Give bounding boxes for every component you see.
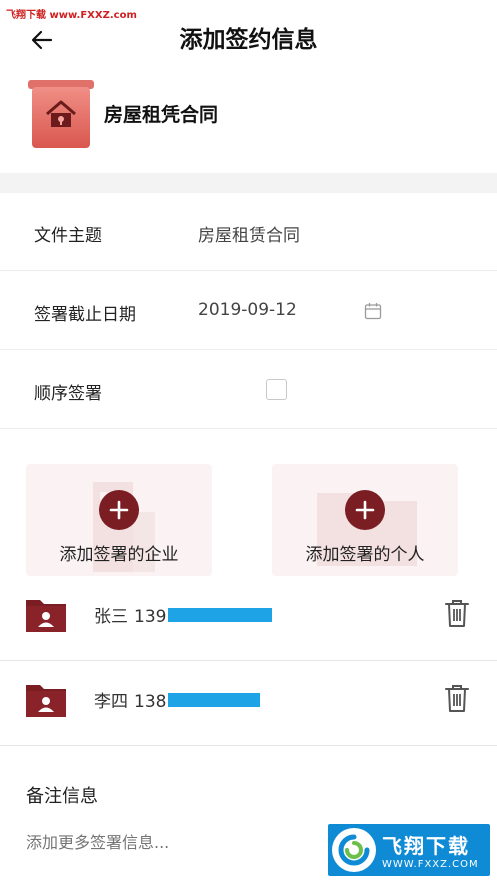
add-person-label: 添加签署的个人 <box>305 545 425 565</box>
trash-icon[interactable] <box>444 683 470 713</box>
signer-folder-icon <box>26 685 66 717</box>
add-person-button[interactable]: 添加签署的个人 <box>272 464 458 576</box>
signer-name: 李四 <box>94 692 128 712</box>
phone-redaction <box>168 608 273 622</box>
phone-redaction <box>168 693 261 707</box>
sequential-checkbox[interactable] <box>266 379 287 400</box>
trash-icon[interactable] <box>444 598 470 628</box>
signer-phone: 139 <box>134 607 167 627</box>
add-company-label: 添加签署的企业 <box>59 545 179 565</box>
section-divider <box>0 173 497 193</box>
signer-name: 张三 <box>94 607 128 627</box>
sequential-label: 顺序签署 <box>34 384 102 404</box>
signer-folder-icon <box>26 600 66 632</box>
plus-circle-icon <box>99 490 139 530</box>
signer-row: 张三 139 <box>0 576 497 660</box>
plus-circle-icon <box>345 490 385 530</box>
subject-label: 文件主题 <box>34 226 102 246</box>
document-header: 房屋租凭合同 <box>0 78 497 173</box>
divider <box>0 745 497 746</box>
subject-row[interactable]: 文件主题 房屋租赁合同 <box>0 193 497 271</box>
deadline-label: 签署截止日期 <box>34 305 136 325</box>
watermark-swirl-icon <box>332 828 376 872</box>
subject-value[interactable]: 房屋租赁合同 <box>198 221 300 246</box>
page-title: 添加签约信息 <box>179 27 318 53</box>
document-name: 房屋租凭合同 <box>104 104 219 126</box>
signer-phone: 138 <box>134 692 167 712</box>
deadline-row[interactable]: 签署截止日期 2019-09-12 <box>0 272 497 350</box>
remarks-title: 备注信息 <box>26 786 98 807</box>
contract-house-icon <box>28 80 94 150</box>
sequential-row: 顺序签署 <box>0 351 497 429</box>
app-header: 添加签约信息 <box>0 0 497 78</box>
watermark-main: 飞翔下载 <box>382 834 470 858</box>
watermark-logo: 飞翔下载 WWW.FXXZ.COM <box>328 824 490 876</box>
watermark-url: WWW.FXXZ.COM <box>382 859 479 870</box>
add-company-button[interactable]: 添加签署的企业 <box>26 464 212 576</box>
calendar-icon[interactable] <box>364 302 382 320</box>
deadline-value[interactable]: 2019-09-12 <box>198 300 297 320</box>
remarks-input[interactable] <box>26 833 326 852</box>
signer-row: 李四 138 <box>0 661 497 745</box>
